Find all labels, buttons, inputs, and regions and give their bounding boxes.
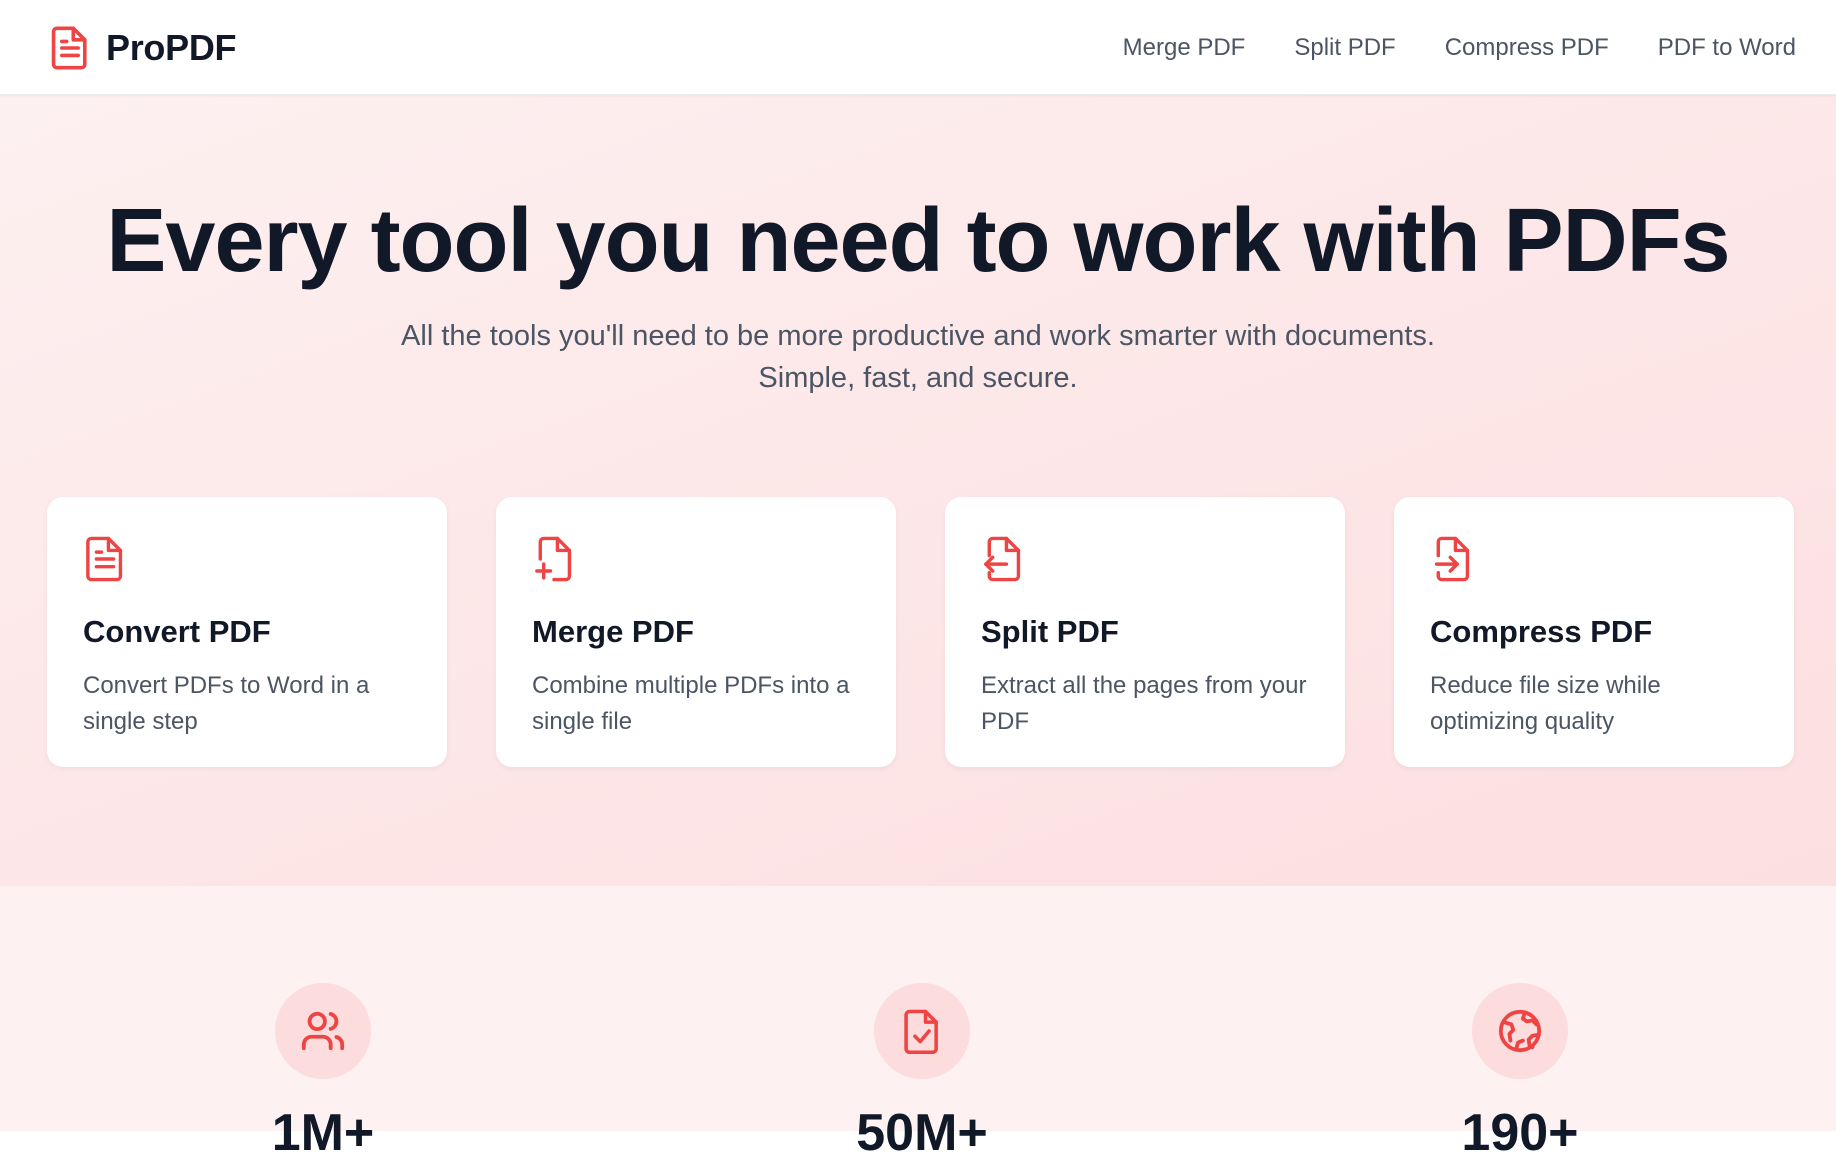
- tool-card-title: Merge PDF: [532, 614, 694, 649]
- tool-card-title: Split PDF: [981, 614, 1119, 649]
- users-icon: [301, 1011, 345, 1051]
- nav-link-compress-pdf[interactable]: Compress PDF: [1445, 34, 1609, 62]
- tool-cards: Convert PDF Convert PDFs to Word in a si…: [47, 497, 1796, 767]
- stat-files: 50M+: [762, 983, 1082, 1163]
- file-plus-icon: [535, 536, 572, 582]
- stats-section: 1M+ 50M+ 190+: [0, 886, 1836, 1162]
- stat-value: 1M+: [271, 1104, 375, 1162]
- globe-icon: [1498, 1009, 1542, 1053]
- file-check-icon: [904, 1009, 938, 1054]
- document-icon: [51, 25, 87, 70]
- document-text-icon: [86, 536, 123, 582]
- tool-card-description: Combine multiple PDFs into a single file: [532, 672, 850, 735]
- tool-card-title: Compress PDF: [1430, 614, 1653, 649]
- tool-card-description: Extract all the pages from your PDF: [981, 672, 1307, 735]
- hero-subtitle: All the tools you'll need to be more pro…: [318, 315, 1518, 399]
- brand-name: ProPDF: [106, 26, 237, 68]
- brand-logo-link[interactable]: ProPDF: [50, 0, 237, 95]
- tool-card-description: Convert PDFs to Word in a single step: [83, 672, 370, 735]
- nav-link-split-pdf[interactable]: Split PDF: [1294, 34, 1395, 62]
- stat-value: 50M+: [856, 1104, 988, 1162]
- nav-link-pdf-to-word[interactable]: PDF to Word: [1658, 34, 1796, 62]
- hero-section: Every tool you need to work with PDFs Al…: [0, 95, 1836, 886]
- file-arrow-right-icon: [1434, 536, 1470, 582]
- tool-card-split-pdf[interactable]: Split PDF Extract all the pages from you…: [945, 497, 1345, 767]
- tool-card-merge-pdf[interactable]: Merge PDF Combine multiple PDFs into a s…: [496, 497, 896, 767]
- stat-users: 1M+: [163, 983, 483, 1163]
- tool-card-compress-pdf[interactable]: Compress PDF Reduce file size while opti…: [1394, 497, 1794, 767]
- stat-icon-badge: [874, 983, 970, 1079]
- hero-title: Every tool you need to work with PDFs: [106, 191, 1730, 291]
- stat-countries: 190+: [1360, 983, 1680, 1163]
- stat-icon-badge: [275, 983, 371, 1079]
- tool-card-description: Reduce file size while optimizing qualit…: [1430, 672, 1661, 735]
- stat-value: 190+: [1461, 1104, 1579, 1162]
- nav-link-merge-pdf[interactable]: Merge PDF: [1123, 34, 1246, 62]
- site-header: ProPDF Merge PDF Split PDF Compress PDF …: [0, 0, 1836, 95]
- stat-icon-badge: [1472, 983, 1568, 1079]
- tool-card-convert-pdf[interactable]: Convert PDF Convert PDFs to Word in a si…: [47, 497, 447, 767]
- file-arrow-left-icon: [984, 536, 1021, 582]
- hero-subtitle-line-1: All the tools you'll need to be more pro…: [401, 320, 1435, 352]
- main-nav: Merge PDF Split PDF Compress PDF PDF to …: [1123, 0, 1796, 95]
- hero-subtitle-line-2: Simple, fast, and secure.: [758, 362, 1078, 394]
- tool-card-title: Convert PDF: [83, 614, 271, 649]
